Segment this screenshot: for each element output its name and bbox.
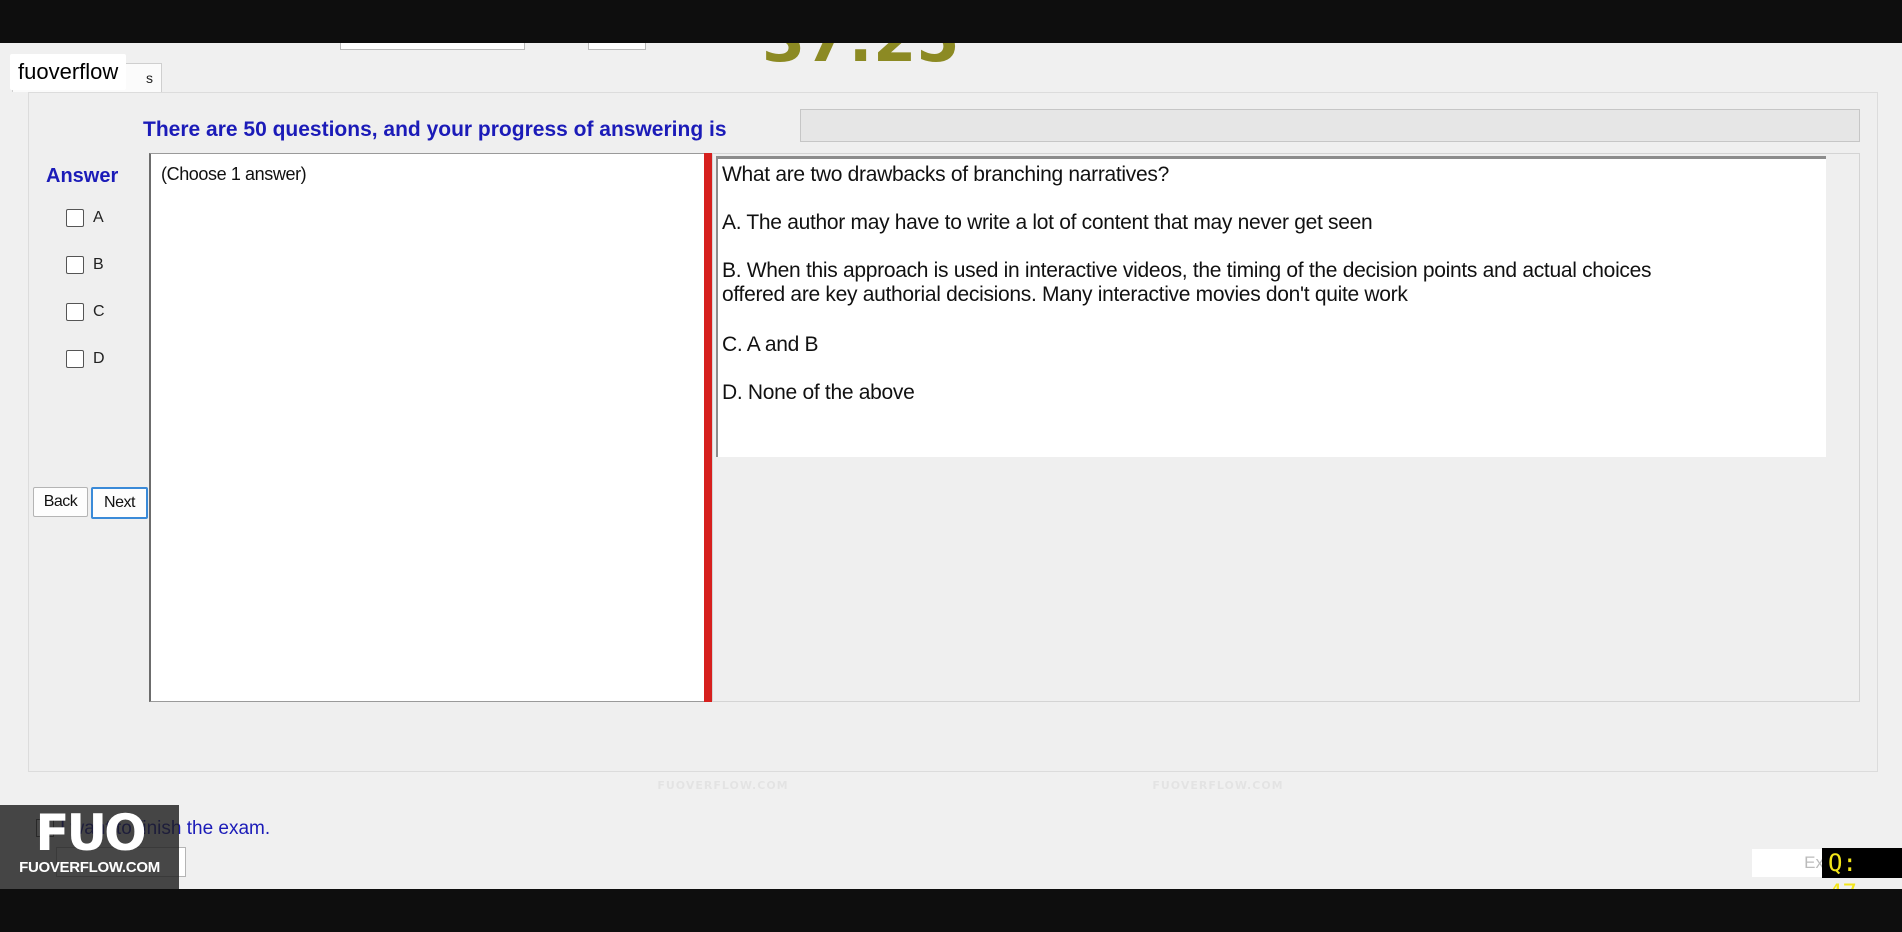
back-button[interactable]: Back <box>33 487 88 517</box>
exam-window: FUO FUO FUOFUOVERFLOW.COM FUOFUOVERFLOW.… <box>0 43 1902 889</box>
exam-timer: 37:25 <box>762 43 959 76</box>
option-label-d: D <box>93 350 105 367</box>
answer-option-b[interactable]: B <box>66 256 104 274</box>
brand-logo-site: FUOVERFLOW.COM <box>19 859 160 876</box>
question-stem: What are two drawbacks of branching narr… <box>722 163 1169 186</box>
question-counter: Q: 47 <box>1822 848 1902 889</box>
brand-logo: FUO FUOVERFLOW.COM <box>0 805 179 889</box>
answer-option-a[interactable]: A <box>66 209 104 227</box>
top-small-combo[interactable] <box>588 43 646 50</box>
top-combo-box[interactable] <box>340 43 525 50</box>
option-label-a: A <box>93 209 104 226</box>
answer-hint: (Choose 1 answer) <box>161 164 307 184</box>
checkbox-d[interactable] <box>66 350 84 368</box>
tab-label: s <box>146 70 153 86</box>
checkbox-a[interactable] <box>66 209 84 227</box>
next-button[interactable]: Next <box>91 487 148 519</box>
option-label-b: B <box>93 256 104 273</box>
question-option-b-line2: offered are key authorial decisions. Man… <box>722 283 1408 306</box>
question-option-a: A. The author may have to write a lot of… <box>722 211 1373 234</box>
checkbox-c[interactable] <box>66 303 84 321</box>
exit-button[interactable]: Ex <box>1752 849 1826 877</box>
answer-option-d[interactable]: D <box>66 350 105 368</box>
overlay-label: fuoverflow <box>10 54 127 90</box>
question-box: What are two drawbacks of branching narr… <box>716 156 1826 457</box>
answer-option-c[interactable]: C <box>66 303 105 321</box>
question-option-b: B. When this approach is used in interac… <box>722 259 1652 307</box>
answer-title: Answer <box>46 165 119 187</box>
question-option-c: C. A and B <box>722 333 819 356</box>
question-option-b-line1: B. When this approach is used in interac… <box>722 259 1652 282</box>
checkbox-b[interactable] <box>66 256 84 274</box>
brand-logo-mark: FUO <box>35 804 146 862</box>
progress-bar <box>800 109 1860 142</box>
question-option-d: D. None of the above <box>722 381 915 404</box>
progress-label: There are 50 questions, and your progres… <box>143 118 727 141</box>
option-label-c: C <box>93 303 105 320</box>
panel-splitter[interactable] <box>704 153 712 702</box>
answer-text-box[interactable]: (Choose 1 answer) <box>149 153 708 702</box>
